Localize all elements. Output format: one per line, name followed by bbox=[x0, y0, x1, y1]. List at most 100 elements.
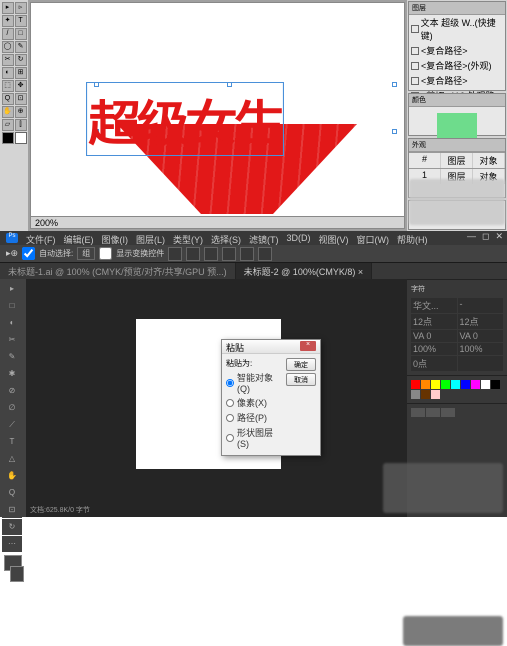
swatch[interactable] bbox=[421, 390, 430, 399]
menu-3d[interactable]: 3D(D) bbox=[287, 233, 311, 243]
tool-artboard[interactable]: ⊡ bbox=[15, 93, 27, 105]
tool-direct[interactable]: ▹ bbox=[15, 2, 27, 14]
menu-type[interactable]: 类型(Y) bbox=[173, 233, 203, 243]
ai-canvas[interactable]: 超级女生 bbox=[37, 9, 398, 214]
layer-row[interactable]: <复合路径>(外观) bbox=[409, 58, 505, 73]
visibility-icon[interactable] bbox=[411, 77, 419, 85]
tool-lasso[interactable]: ◐ bbox=[2, 315, 22, 331]
tool-marquee[interactable]: □ bbox=[2, 298, 22, 314]
menu-filter[interactable]: 滤镜(T) bbox=[249, 233, 279, 243]
tool-type[interactable]: T bbox=[2, 434, 22, 450]
swatch[interactable] bbox=[481, 380, 490, 389]
swatch[interactable] bbox=[451, 380, 460, 389]
layer-row[interactable]: <复合路径> bbox=[409, 43, 505, 58]
menu-view[interactable]: 视图(V) bbox=[319, 233, 349, 243]
visibility-icon[interactable] bbox=[411, 25, 419, 33]
tool-stamp[interactable]: ∅ bbox=[2, 400, 22, 416]
artwork-group[interactable]: 超级女生 bbox=[97, 69, 377, 199]
tool-eyedrop[interactable]: ⊕ bbox=[15, 106, 27, 118]
minimize-icon[interactable]: — bbox=[467, 231, 476, 242]
group-label[interactable]: 组 bbox=[77, 247, 95, 260]
tab-doc1[interactable]: 未标题-1.ai @ 100% (CMYK/预览/对齐/共享/GPU 预...) bbox=[0, 263, 236, 279]
move-tool-icon[interactable]: ▸⊕ bbox=[6, 248, 18, 259]
vscale-field[interactable]: 100% bbox=[411, 343, 457, 355]
tool-brush[interactable]: ⊘ bbox=[2, 383, 22, 399]
baseline-field[interactable]: 0点 bbox=[411, 356, 457, 371]
tool-scissors[interactable]: ✂ bbox=[2, 54, 14, 66]
tool-shape[interactable]: ⊡ bbox=[2, 502, 22, 518]
swatch[interactable] bbox=[411, 380, 420, 389]
tool-brush[interactable]: ✎ bbox=[15, 41, 27, 53]
tool-eyedrop[interactable]: ✎ bbox=[2, 349, 22, 365]
maximize-icon[interactable]: ◻ bbox=[482, 231, 489, 242]
swatch[interactable] bbox=[471, 380, 480, 389]
color-panel-title[interactable]: 颜色 bbox=[409, 94, 505, 107]
dialog-titlebar[interactable]: 粘贴 × bbox=[222, 340, 320, 354]
tool-pen[interactable]: △ bbox=[2, 451, 22, 467]
align-icon[interactable] bbox=[168, 247, 182, 261]
align-icon[interactable] bbox=[240, 247, 254, 261]
tool-mesh[interactable]: ⬚ bbox=[2, 80, 14, 92]
tool-move[interactable]: ▸ bbox=[2, 281, 22, 297]
menu-help[interactable]: 帮助(H) bbox=[397, 233, 428, 243]
swatch[interactable] bbox=[411, 390, 420, 399]
opt-shape[interactable]: 形状图层(S) bbox=[226, 426, 282, 449]
layer-icon[interactable] bbox=[411, 408, 425, 417]
zoom-level[interactable]: 200% bbox=[35, 218, 58, 228]
layer-row[interactable]: <复合路径> bbox=[409, 73, 505, 88]
cancel-button[interactable]: 取消 bbox=[286, 373, 316, 386]
tool-edit[interactable]: ⋯ bbox=[2, 536, 22, 552]
tool-rotate[interactable]: ↻ bbox=[2, 519, 22, 535]
tool-type[interactable]: T bbox=[15, 15, 27, 27]
tool-hand[interactable]: ✋ bbox=[2, 106, 14, 118]
fill-swatch[interactable] bbox=[2, 132, 14, 144]
tool-line[interactable]: / bbox=[2, 28, 14, 40]
layers-panel-title[interactable]: 图层 bbox=[409, 2, 505, 15]
menu-window[interactable]: 窗口(W) bbox=[357, 233, 390, 243]
size-field[interactable]: 12点 bbox=[411, 314, 457, 329]
menu-image[interactable]: 图像(I) bbox=[102, 233, 129, 243]
align-icon[interactable] bbox=[222, 247, 236, 261]
style-field[interactable]: - bbox=[458, 298, 504, 313]
tool-slice[interactable]: ⫿ bbox=[15, 119, 27, 131]
opt-smart[interactable]: 智能对象(Q) bbox=[226, 371, 282, 394]
tool-select[interactable]: ▸ bbox=[2, 2, 14, 14]
swatch[interactable] bbox=[431, 390, 440, 399]
opt-pixel[interactable]: 像素(X) bbox=[226, 396, 282, 409]
swatch[interactable] bbox=[441, 380, 450, 389]
appearance-panel-title[interactable]: 外观 bbox=[409, 139, 505, 152]
tool-rotate[interactable]: ↻ bbox=[15, 54, 27, 66]
layer-icon[interactable] bbox=[426, 408, 440, 417]
track-field[interactable]: VA 0 bbox=[458, 330, 504, 342]
hscale-field[interactable]: 100% bbox=[458, 343, 504, 355]
tool-scale[interactable]: ◐ bbox=[2, 67, 14, 79]
swatch[interactable] bbox=[421, 380, 430, 389]
menu-edit[interactable]: 编辑(E) bbox=[64, 233, 94, 243]
tool-heal[interactable]: ✱ bbox=[2, 366, 22, 382]
tool-crop[interactable]: ✂ bbox=[2, 332, 22, 348]
tool-ellipse[interactable]: ◯ bbox=[2, 41, 14, 53]
menu-layer[interactable]: 图层(L) bbox=[136, 233, 165, 243]
align-icon[interactable] bbox=[258, 247, 272, 261]
swatch[interactable] bbox=[461, 380, 470, 389]
visibility-icon[interactable] bbox=[411, 62, 419, 70]
opt-path[interactable]: 路径(P) bbox=[226, 411, 282, 424]
tool-eraser[interactable]: ⟋ bbox=[2, 417, 22, 433]
swatch[interactable] bbox=[431, 380, 440, 389]
menu-select[interactable]: 选择(S) bbox=[211, 233, 241, 243]
tool-zoom[interactable]: Q bbox=[2, 485, 22, 501]
layer-icon[interactable] bbox=[441, 408, 455, 417]
tool-gradient[interactable]: ✥ bbox=[15, 80, 27, 92]
align-icon[interactable] bbox=[186, 247, 200, 261]
menu-file[interactable]: 文件(F) bbox=[26, 233, 56, 243]
kern-field[interactable]: VA 0 bbox=[411, 330, 457, 342]
char-panel-title[interactable]: 字符 bbox=[409, 282, 505, 296]
stroke-swatch[interactable] bbox=[15, 132, 27, 144]
ok-button[interactable]: 确定 bbox=[286, 358, 316, 371]
tab-doc2[interactable]: 未标题-2 @ 100%(CMYK/8) × bbox=[236, 263, 372, 279]
color-field[interactable] bbox=[458, 356, 504, 371]
ps-logo-icon[interactable]: Ps bbox=[6, 233, 18, 243]
main-text[interactable]: 超级女生 bbox=[88, 84, 282, 154]
visibility-icon[interactable] bbox=[411, 47, 419, 55]
layer-row[interactable]: 文本 超级 W..(快捷键) bbox=[409, 15, 505, 43]
